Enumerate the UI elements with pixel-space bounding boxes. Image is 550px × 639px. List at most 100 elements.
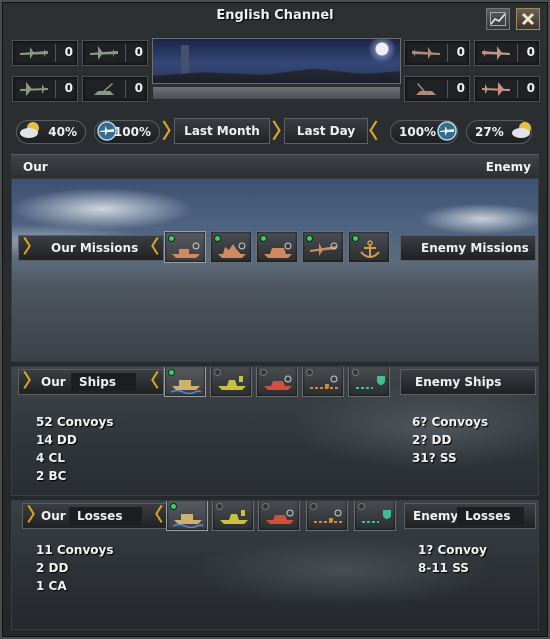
tab-losses-convoys[interactable]: [166, 501, 208, 531]
tab-patrol[interactable]: [210, 231, 252, 263]
last-month-word: Month: [216, 124, 260, 138]
our-ships-prefix: Our: [41, 375, 66, 389]
tab-strike-force[interactable]: [256, 231, 298, 263]
tab-ships-shield[interactable]: [348, 367, 390, 397]
our-losses-button[interactable]: 〉 Our Losses 〈: [22, 503, 168, 529]
losses-panel: 〉 Our Losses 〈 Enemy Losses 11 Convoys 2…: [11, 500, 539, 630]
enemy-bomber-plane-icon: [477, 79, 515, 99]
enemy-losses-list: 1? Convoy 8-11 SS: [418, 541, 487, 577]
tab-port-strike[interactable]: [348, 231, 390, 263]
submarine-icon: [310, 375, 338, 389]
tab-ships-screens[interactable]: [210, 367, 252, 397]
fighter-plane-icon: [15, 43, 53, 63]
destroyer-icon: [220, 510, 248, 524]
last-month-button[interactable]: Last Month: [174, 118, 270, 144]
enemy-weather-value: 27%: [475, 125, 504, 139]
tab-ships-capital[interactable]: [256, 367, 298, 397]
tab-losses-shield[interactable]: [354, 501, 396, 531]
enemy-missions-button[interactable]: Enemy Missions: [400, 235, 536, 261]
enemy-weather-icon: [511, 118, 535, 145]
enemy-fighter-counter[interactable]: 0: [404, 40, 470, 66]
list-item: 2? DD: [412, 433, 452, 447]
enemy-air-superiority-value: 100%: [399, 125, 437, 139]
our-missions-label: Our Missions: [51, 241, 139, 255]
enemy-ships-label: Enemy Ships: [415, 375, 502, 389]
last-month-prefix: Last: [184, 124, 213, 138]
tab-ships-submarines[interactable]: [302, 367, 344, 397]
close-icon: [521, 12, 535, 26]
list-item: 2 DD: [36, 561, 69, 575]
our-fighter-counter[interactable]: 0: [12, 40, 78, 66]
our-anti-air-count: 0: [134, 81, 143, 95]
bomber-plane-icon: [15, 79, 53, 99]
our-naval-bomber-count: 0: [134, 45, 143, 59]
combat-progress-bar: [152, 86, 401, 100]
our-weather-stat: 40%: [16, 120, 86, 144]
enemy-naval-bomber-count: 0: [526, 45, 535, 59]
enemy-losses-prefix: Enemy: [413, 509, 459, 523]
chevron-right-icon: 〉: [23, 237, 41, 258]
tab-naval-air[interactable]: [302, 231, 344, 263]
list-item: 14 DD: [36, 433, 77, 447]
our-losses-prefix: Our: [41, 509, 66, 523]
our-missions-button[interactable]: 〉 Our Missions 〈: [18, 235, 164, 261]
submarine-icon: [314, 509, 342, 523]
enemy-losses-button[interactable]: Enemy Losses: [404, 503, 536, 529]
enemy-bomber-counter[interactable]: 0: [474, 76, 540, 102]
destroyer-icon: [218, 376, 246, 390]
enemy-weather-stat: 27%: [466, 120, 532, 144]
list-item: 8-11 SS: [418, 561, 469, 575]
our-naval-bomber-counter[interactable]: 0: [82, 40, 148, 66]
capital-ship-icon: [266, 509, 294, 524]
naval-bomber-icon: [85, 43, 123, 63]
our-ships-list: 52 Convoys 14 DD 4 CL 2 BC: [36, 413, 114, 485]
tab-losses-screens[interactable]: [212, 501, 254, 531]
enemy-naval-bomber-counter[interactable]: 0: [474, 40, 540, 66]
our-anti-air-counter[interactable]: 0: [82, 76, 148, 102]
statistics-button[interactable]: [486, 8, 510, 30]
sides-header: Our Enemy: [11, 154, 539, 178]
our-losses-list: 11 Convoys 2 DD 1 CA: [36, 541, 114, 595]
enemy-ships-button[interactable]: Enemy Ships: [400, 369, 536, 395]
list-item: 31? SS: [412, 451, 457, 465]
tab-losses-submarines[interactable]: [306, 501, 348, 531]
window-title: English Channel: [216, 8, 334, 23]
our-ships-word: Ships: [71, 373, 137, 391]
anti-air-gun-icon: [85, 79, 123, 99]
shield-icon: [362, 510, 391, 523]
our-side-label: Our: [23, 160, 48, 174]
enemy-fighter-count: 0: [456, 45, 465, 59]
list-item: 11 Convoys: [36, 543, 114, 557]
close-button[interactable]: [516, 8, 540, 30]
chevron-left-icon: 〈: [141, 237, 159, 258]
tab-losses-capital[interactable]: [258, 501, 300, 531]
our-bomber-counter[interactable]: 0: [12, 76, 78, 102]
our-losses-word: Losses: [69, 507, 143, 525]
list-item: 1 CA: [36, 579, 67, 593]
missions-panel: 〉 Our Missions 〈 Enemy Missions: [11, 178, 539, 362]
chevron-left-icon: 〈: [358, 119, 378, 143]
weather-icon: [19, 118, 43, 145]
last-day-button[interactable]: Last Day: [284, 118, 368, 144]
list-item: 4 CL: [36, 451, 65, 465]
tab-ships-convoys[interactable]: [164, 367, 206, 397]
our-fighter-count: 0: [64, 45, 73, 59]
our-bomber-count: 0: [64, 81, 73, 95]
our-weather-value: 40%: [48, 125, 77, 139]
enemy-anti-air-counter[interactable]: 0: [404, 76, 470, 102]
strike-force-mission-icon: [264, 242, 292, 258]
our-ships-button[interactable]: 〉 Our Ships 〈: [18, 369, 164, 395]
enemy-losses-word: Losses: [457, 507, 525, 525]
list-item: 52 Convoys: [36, 415, 114, 429]
enemy-bomber-count: 0: [526, 81, 535, 95]
enemy-anti-air-count: 0: [456, 81, 465, 95]
convoy-ship-icon: [170, 380, 202, 394]
chevron-left-icon: 〈: [141, 371, 159, 392]
convoy-raid-mission-icon: [172, 242, 200, 258]
tab-convoy-raid[interactable]: [164, 231, 206, 263]
chevron-left-icon: 〈: [145, 505, 163, 526]
enemy-air-superiority-stat: 100%: [390, 120, 458, 144]
our-air-superiority-value: 100%: [113, 125, 151, 139]
chart-icon: [490, 12, 506, 26]
capital-ship-icon: [264, 375, 292, 390]
